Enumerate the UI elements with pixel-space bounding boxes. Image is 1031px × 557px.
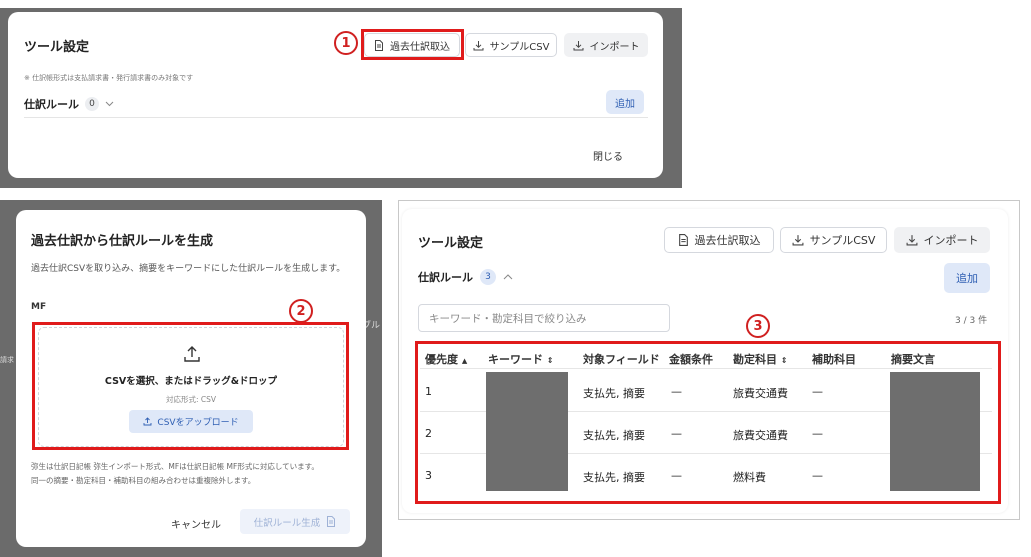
chevron-down-icon[interactable] [105, 101, 114, 107]
sample-csv-button[interactable]: サンプルCSV [780, 227, 887, 253]
sample-csv-button[interactable]: サンプルCSV [465, 33, 557, 57]
step-marker-2: 2 [289, 299, 313, 323]
download-icon [792, 234, 804, 246]
generate-rules-label: 仕訳ルール生成 [253, 517, 321, 529]
chevron-up-icon[interactable] [503, 274, 513, 280]
step-marker-1: 1 [334, 31, 358, 55]
rule-header[interactable]: 仕訳ルール 3 [418, 269, 513, 285]
divider [24, 117, 648, 118]
rule-count-badge: 0 [85, 97, 99, 111]
import-label: インポート [923, 234, 979, 247]
close-button[interactable]: 閉じる [593, 148, 623, 163]
document-icon [678, 234, 689, 246]
footnote-2: 同一の摘要・勘定科目・補助科目の組み合わせは重複除外します。 [31, 476, 256, 485]
source-label: MF [31, 302, 47, 312]
download-icon [906, 234, 918, 246]
highlight-box-3 [415, 341, 1001, 504]
import-button[interactable]: インポート [564, 33, 648, 57]
download-icon [573, 40, 584, 51]
panel1-title: ツール設定 [24, 40, 90, 55]
panel3-title: ツール設定 [418, 236, 484, 251]
import-button[interactable]: インポート [894, 227, 990, 253]
background-fragment: 請求 [0, 356, 14, 364]
footnote-1: 弥生は仕訳日記帳 弥生インポート形式、MFは仕訳日記帳 MF形式に対応しています… [31, 462, 319, 471]
rule-header[interactable]: 仕訳ルール 0 [24, 96, 114, 112]
rule-label: 仕訳ルール [418, 271, 473, 284]
panel2-title: 過去仕訳から仕訳ルールを生成 [31, 234, 214, 249]
filter-input[interactable]: キーワード・勘定科目で絞り込み [418, 304, 670, 332]
result-count: 3 / 3 件 [955, 316, 988, 326]
step-marker-3: 3 [746, 314, 770, 338]
panel1-note: ※ 仕訳帳形式は支払請求書・発行請求書のみ対象です [24, 74, 194, 82]
sample-csv-label: サンプルCSV [489, 41, 550, 53]
past-journal-import-button[interactable]: 過去仕訳取込 [664, 227, 774, 253]
panel1-dialog: ツール設定 1 過去仕訳取込 サンプルCSV インポート ※ 仕訳帳形式は支払請… [8, 12, 663, 178]
highlight-box-2 [32, 322, 349, 450]
panel2-description: 過去仕訳CSVを取り込み、摘要をキーワードにした仕訳ルールを生成します。 [31, 264, 346, 274]
rule-count-badge: 3 [480, 269, 496, 285]
import-label: インポート [589, 41, 640, 53]
panel2-dialog: 過去仕訳から仕訳ルールを生成 過去仕訳CSVを取り込み、摘要をキーワードにした仕… [16, 210, 366, 547]
sample-csv-label: サンプルCSV [809, 234, 876, 247]
highlight-box-1 [361, 29, 464, 60]
past-journal-import-label: 過去仕訳取込 [694, 234, 761, 247]
rule-label: 仕訳ルール [24, 98, 79, 111]
document-icon [326, 516, 336, 527]
add-rule-button[interactable]: 追加 [606, 90, 644, 114]
download-icon [473, 40, 484, 51]
add-rule-button[interactable]: 追加 [944, 263, 990, 293]
panel3-dialog: ツール設定 過去仕訳取込 サンプルCSV インポート 仕訳ルール 3 追加 キー… [402, 209, 1008, 513]
cancel-button[interactable]: キャンセル [171, 516, 221, 531]
generate-rules-button[interactable]: 仕訳ルール生成 [240, 509, 350, 534]
